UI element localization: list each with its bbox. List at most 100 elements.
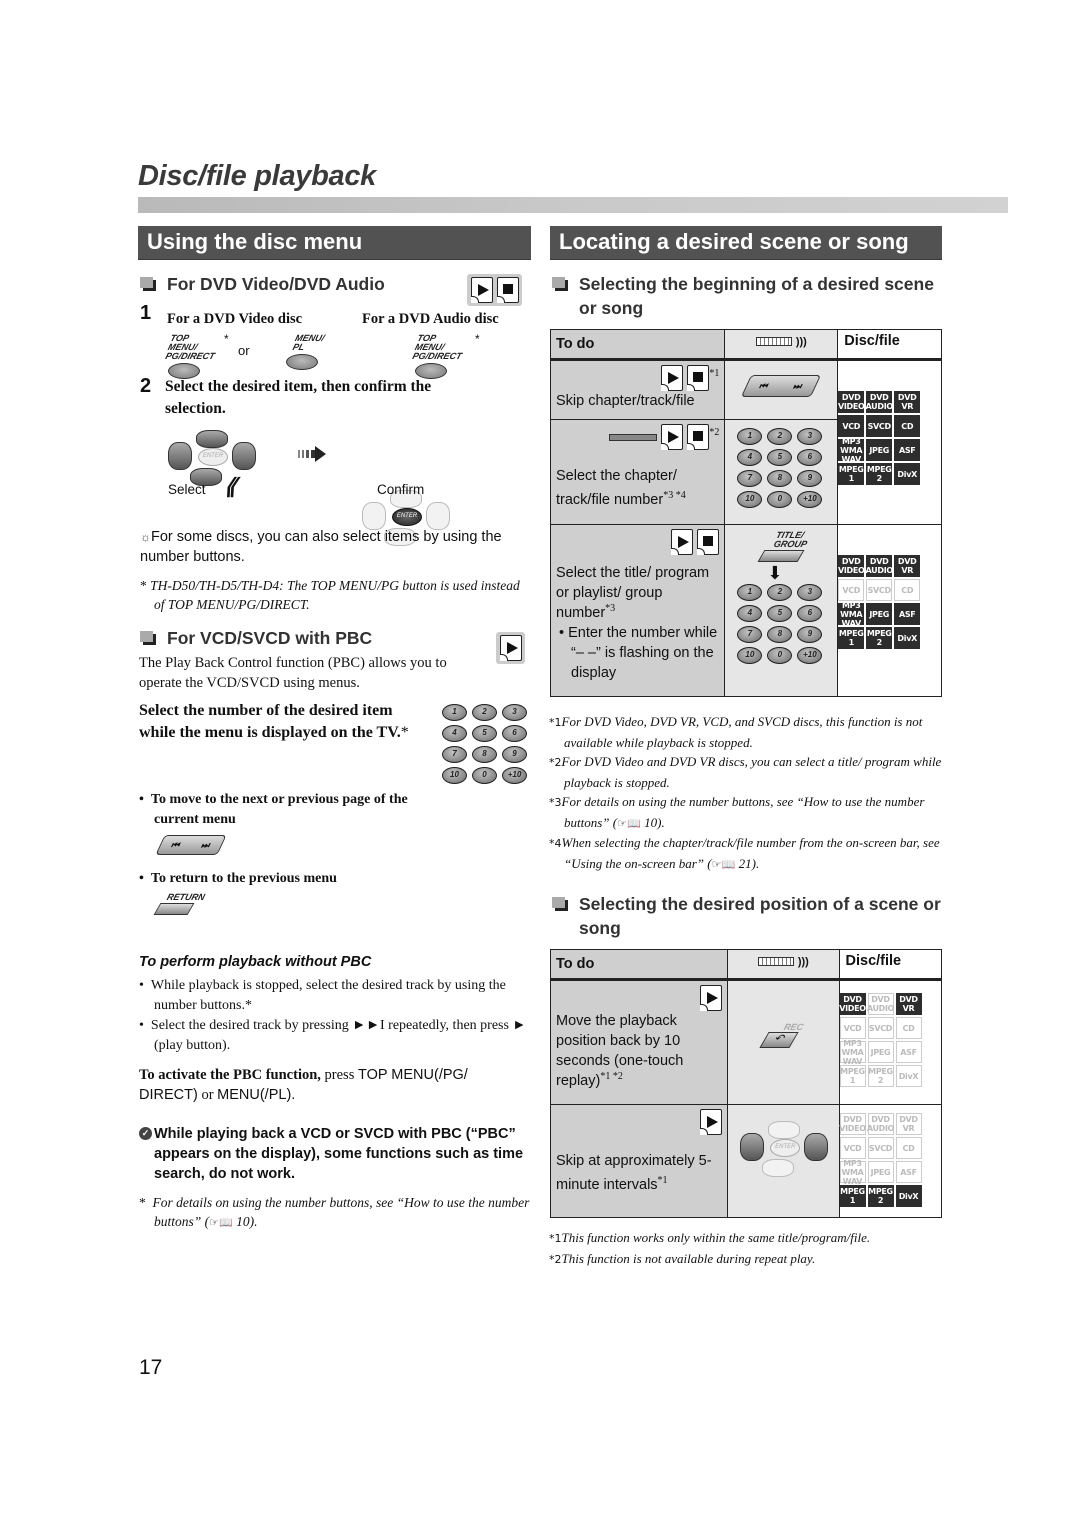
badge-line-1: ASF: [898, 445, 916, 455]
cursor-right-button[interactable]: [804, 1133, 829, 1161]
tuning-button[interactable]: ⏮ ⏭: [155, 835, 227, 855]
number-button-10[interactable]: 10: [737, 491, 763, 508]
badge-line-2: VIDEO: [839, 1124, 866, 1133]
badge-line-1: ASF: [900, 1167, 917, 1177]
badge-line-1: DVD: [843, 1115, 862, 1124]
table2-footnotes: *1This function works only within the sa…: [549, 1228, 949, 1269]
number-button-2[interactable]: 2: [767, 584, 793, 601]
number-button-0[interactable]: 0: [472, 767, 497, 784]
play-state-icon: [700, 1109, 723, 1136]
number-button-6[interactable]: 6: [797, 605, 823, 622]
footnote-text: For DVD Video, DVD VR, VCD, and SVCD dis…: [561, 714, 923, 750]
number-buttons-keypad[interactable]: 1 2 3 4 5 6 7 8 9 10 0 +10: [737, 584, 837, 664]
badge-line-1: DVD: [871, 995, 890, 1004]
table-position: To do ))) Disc/file Move the playback po…: [549, 949, 942, 1218]
number-button-5[interactable]: 5: [472, 725, 497, 742]
square-bullet-icon: [552, 277, 568, 291]
number-button-9[interactable]: 9: [502, 746, 527, 763]
top-menu-button-label: TOP MENU/ PG/DIRECT: [164, 333, 217, 361]
bullet-next-page-text: To move to the next or previous page of …: [150, 792, 408, 827]
badge-line-2: VR: [902, 1004, 915, 1013]
number-button-6[interactable]: 6: [797, 449, 823, 466]
number-button-7[interactable]: 7: [737, 626, 763, 643]
cursor-pad-left-right[interactable]: ENTER: [738, 1119, 829, 1179]
number-button-5[interactable]: 5: [767, 605, 793, 622]
row-skip-chapter: *1 Skip chapter/track/file: [549, 359, 726, 420]
cursor-pad-select[interactable]: ENTER: [166, 428, 256, 488]
cursor-right-button[interactable]: [232, 442, 256, 470]
badge-line-2: 1: [848, 638, 855, 647]
number-button-10[interactable]: 10: [442, 767, 467, 784]
disc-badge-divx: DivX: [894, 463, 921, 485]
col-header-todo: To do: [549, 949, 729, 981]
number-button-plus10[interactable]: +10: [797, 491, 823, 508]
number-button-8[interactable]: 8: [472, 746, 497, 763]
cursor-up-button[interactable]: [196, 430, 228, 448]
col-header-disc: Disc/file: [837, 329, 942, 361]
number-button-4[interactable]: 4: [737, 449, 763, 466]
row-marks: *3 *4: [663, 490, 686, 502]
number-button-4[interactable]: 4: [442, 725, 467, 742]
return-button[interactable]: RETURN: [153, 892, 206, 915]
number-button-5[interactable]: 5: [767, 449, 793, 466]
subheading-dvd-label: For DVD Video/DVD Audio: [167, 274, 385, 294]
number-button-2[interactable]: 2: [767, 428, 793, 445]
number-button-8[interactable]: 8: [767, 470, 793, 487]
cursor-left-button[interactable]: [740, 1133, 765, 1161]
table-row: Skip at approximately 5-minute intervals…: [549, 1104, 942, 1218]
number-button-1[interactable]: 1: [737, 428, 763, 445]
badge-line-2: 1: [849, 1076, 856, 1085]
number-buttons-keypad[interactable]: 1 2 3 4 5 6 7 8 9 10 0 +10: [737, 428, 837, 508]
badge-line-1: JPEG: [870, 1047, 891, 1057]
row-5-minute-skip: Skip at approximately 5-minute intervals…: [549, 1104, 729, 1218]
number-button-4[interactable]: 4: [737, 605, 763, 622]
number-button-plus10[interactable]: +10: [797, 647, 823, 664]
number-button-3[interactable]: 3: [797, 584, 823, 601]
number-button-2[interactable]: 2: [472, 704, 497, 721]
badge-line-1: DVD: [871, 1115, 890, 1124]
badge-line-2: AUDIO: [866, 1124, 895, 1133]
badge-line-1: MP3: [841, 436, 861, 446]
disc-badge-mp3wmawav: MP3 WMA WAV: [839, 1159, 866, 1186]
replay-icon: ↶: [759, 1032, 799, 1048]
or-label: or: [238, 343, 250, 358]
number-button-1[interactable]: 1: [737, 584, 763, 601]
footnote: *4When selecting the chapter/track/file …: [549, 833, 944, 874]
number-button-7[interactable]: 7: [442, 746, 467, 763]
badge-line-1: CD: [901, 585, 914, 595]
number-button-3[interactable]: 3: [797, 428, 823, 445]
number-button-9[interactable]: 9: [797, 470, 823, 487]
number-button-8[interactable]: 8: [767, 626, 793, 643]
title-group-button[interactable]: TITLE/ GROUP: [737, 530, 837, 562]
enter-button-pressed[interactable]: ENTER: [392, 508, 422, 526]
cursor-left-button[interactable]: [168, 442, 192, 470]
number-button-0[interactable]: 0: [767, 491, 793, 508]
disc-badge-mp3wmawav: MP3 WMA WAV: [838, 601, 865, 628]
tuning-skip-button[interactable]: ⏮ ⏭: [741, 375, 822, 397]
title-bar-divider: [138, 197, 1008, 213]
one-touch-replay-button[interactable]: REC ↶: [759, 1022, 804, 1048]
number-buttons-keypad[interactable]: 1 2 3 4 5 6 7 8 9 10 0 +10: [442, 704, 528, 784]
number-button-0[interactable]: 0: [767, 647, 793, 664]
vcd-instruction-text: Select the number of the desired item wh…: [139, 702, 401, 741]
enter-button[interactable]: ENTER: [198, 448, 228, 466]
disc-badges-cell: DVD VIDEO DVD AUDIO DVD VR VCD SVCD CD MP3 WMA WAV…: [838, 1104, 942, 1218]
number-button-3[interactable]: 3: [502, 704, 527, 721]
number-button-10[interactable]: 10: [737, 647, 763, 664]
number-button-9[interactable]: 9: [797, 626, 823, 643]
badge-line-1: ASF: [900, 1047, 917, 1057]
row-mark: *1: [709, 368, 720, 380]
top-menu-button[interactable]: TOP MENU/ PG/DIRECT: [164, 333, 216, 379]
badge-line-1: DivX: [897, 633, 917, 643]
number-button-1[interactable]: 1: [442, 704, 467, 721]
number-button-plus10[interactable]: +10: [502, 767, 527, 784]
disc-badges: DVD VIDEO DVD AUDIO DVD VR VCD SVCD CD MP3 WMA WAV…: [839, 993, 942, 1087]
row-bullet: Enter the number while “– –” is flashing…: [568, 625, 718, 682]
number-button-6[interactable]: 6: [502, 725, 527, 742]
menu-pl-button[interactable]: MENU/ PL: [286, 333, 326, 370]
badge-line-1: CD: [902, 1023, 915, 1033]
number-button-7[interactable]: 7: [737, 470, 763, 487]
disc-badge-jpeg: JPEG: [866, 439, 893, 461]
top-menu-button-audio[interactable]: TOP MENU/ PG/DIRECT: [411, 333, 463, 379]
subheading-beginning-label: Selecting the beginning of a desired sce…: [579, 274, 934, 318]
